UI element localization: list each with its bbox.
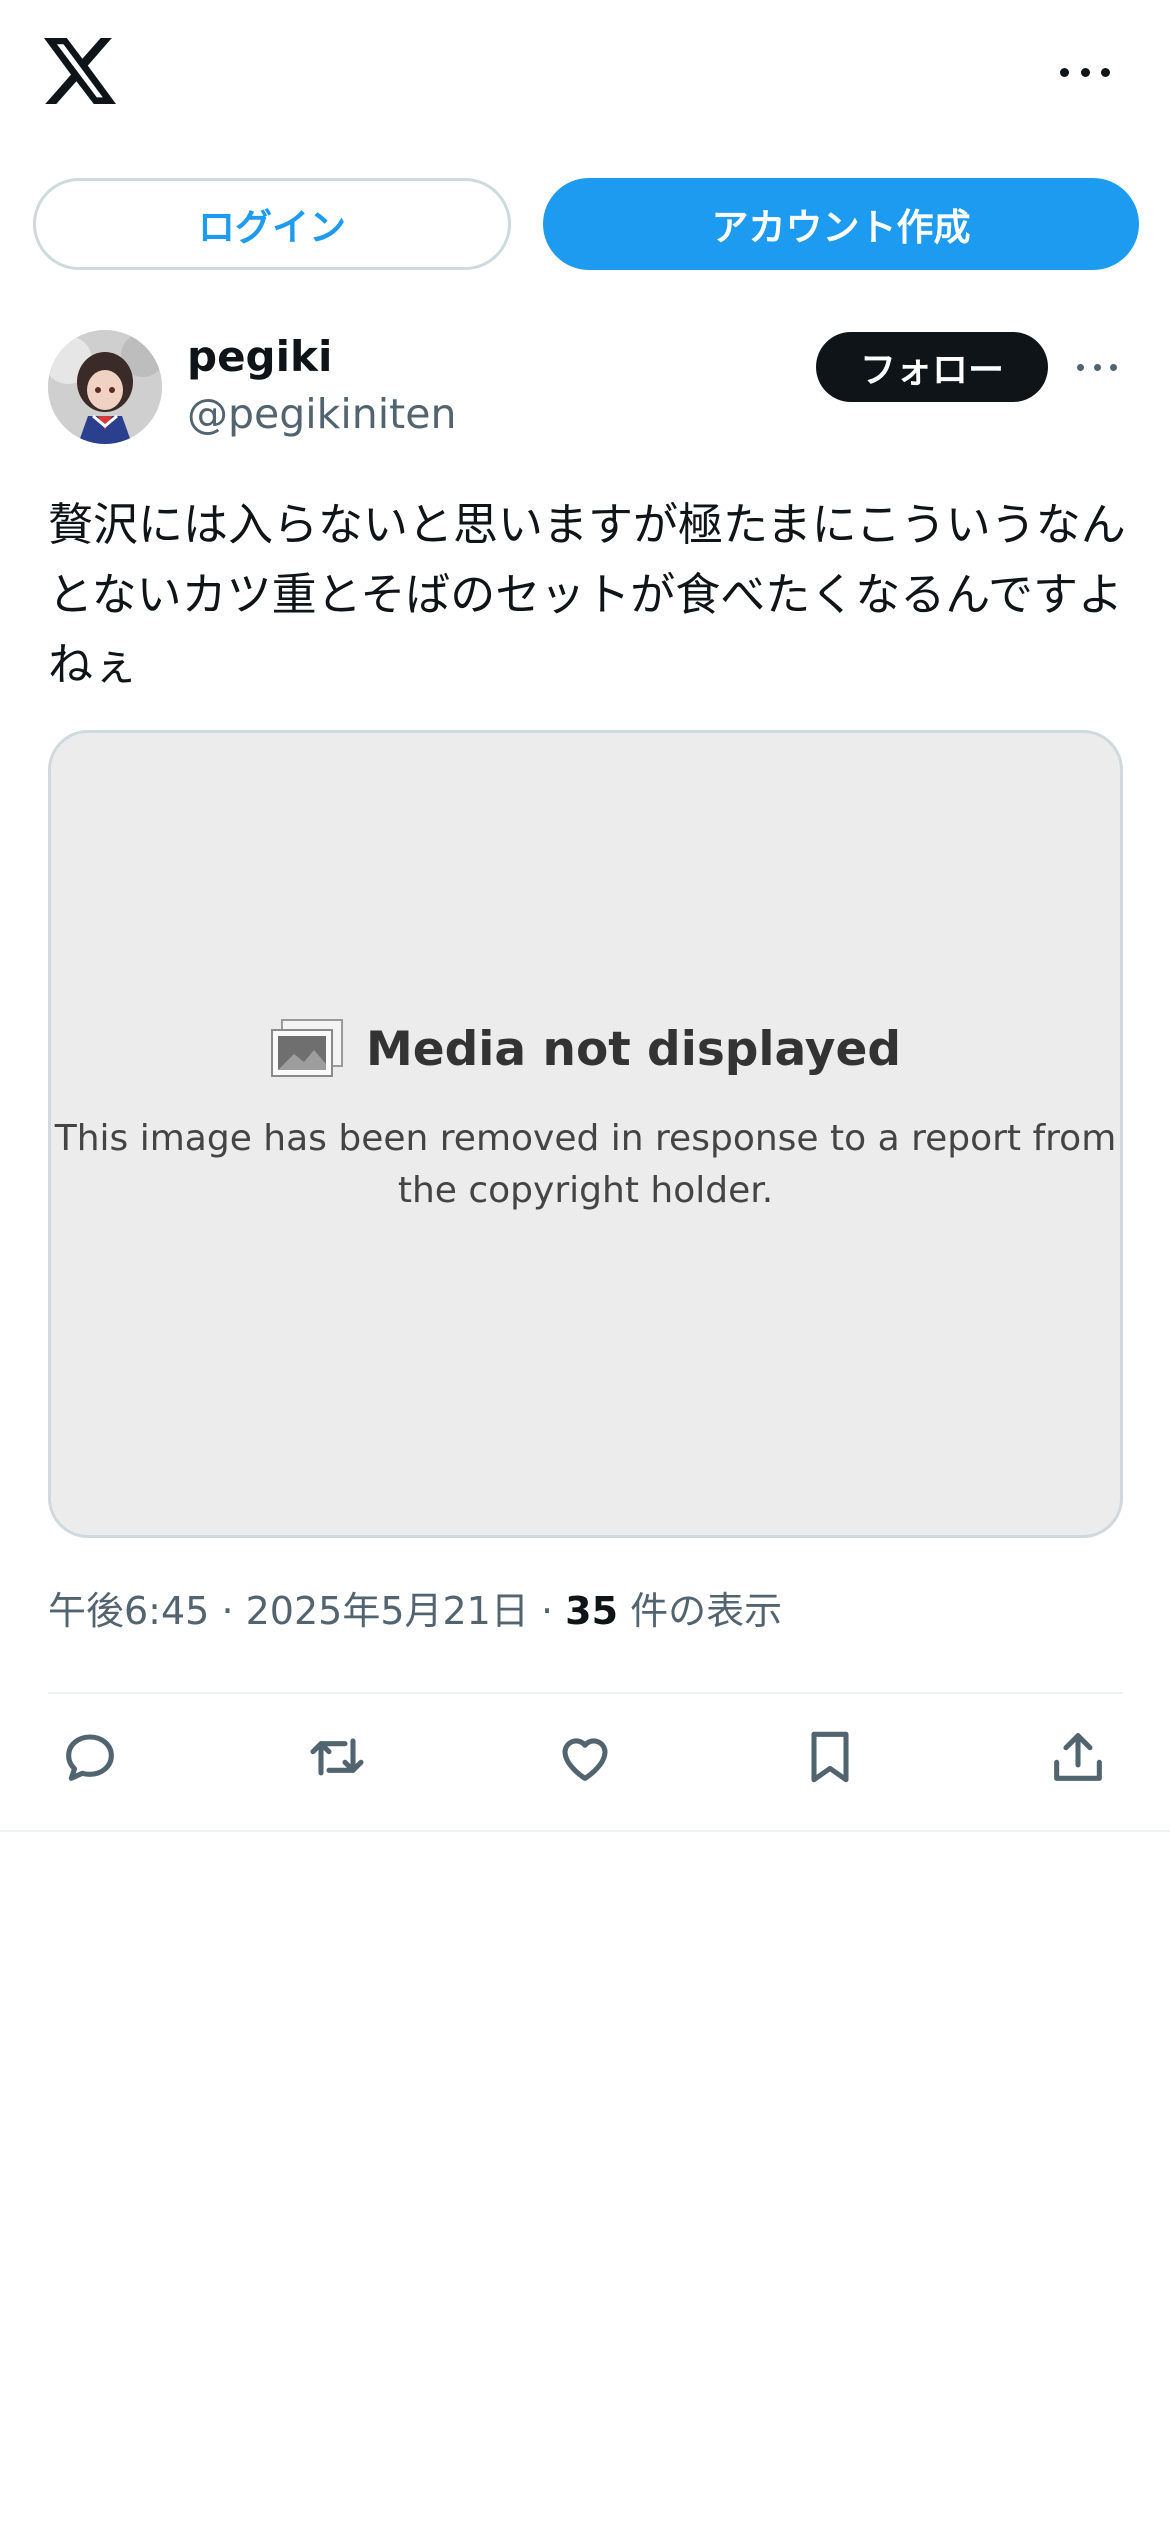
bookmark-icon[interactable] — [798, 1725, 862, 1789]
tweet-meta: 午後6:45 · 2025年5月21日 · 35 件の表示 — [48, 1580, 782, 1635]
login-button[interactable]: ログイン — [33, 178, 511, 270]
media-placeholder[interactable]: Media not displayed This image has been … — [48, 730, 1123, 1538]
view-count: 35 — [565, 1589, 619, 1633]
divider — [48, 1692, 1123, 1694]
meta-separator: · — [540, 1589, 554, 1633]
media-title: Media not displayed — [366, 1021, 901, 1077]
share-icon[interactable] — [1046, 1725, 1110, 1789]
reply-icon[interactable] — [58, 1725, 122, 1789]
tweet-time[interactable]: 午後6:45 — [48, 1589, 209, 1633]
author-display-name[interactable]: pegiki — [187, 332, 332, 381]
divider — [0, 1830, 1170, 1832]
tweet-header: pegiki @pegikiniten フォロー — [0, 330, 1170, 450]
retweet-icon[interactable] — [305, 1725, 369, 1789]
meta-separator: · — [221, 1589, 234, 1633]
image-icon — [271, 1019, 343, 1077]
tweet-actions — [0, 1725, 1170, 1795]
more-horizontal-icon[interactable] — [1060, 62, 1110, 82]
view-label: 件の表示 — [630, 1589, 783, 1633]
signup-button[interactable]: アカウント作成 — [543, 178, 1139, 270]
media-description: This image has been removed in response … — [54, 1118, 1117, 1211]
tweet-more-icon[interactable] — [1077, 360, 1117, 374]
media-title-row: Media not displayed — [51, 1018, 1120, 1080]
author-handle[interactable]: @pegikiniten — [187, 390, 456, 438]
avatar-icon — [48, 330, 162, 444]
tweet-date[interactable]: 2025年5月21日 — [246, 1589, 529, 1633]
tweet-text: 贅沢には入らないと思いますが極たまにこういうなんとないカツ重とそばのセットが食べ… — [48, 498, 1126, 691]
x-logo-icon[interactable] — [44, 38, 116, 104]
like-icon[interactable] — [553, 1725, 617, 1789]
top-bar — [0, 0, 1170, 150]
auth-buttons: ログイン アカウント作成 — [0, 178, 1170, 270]
follow-button[interactable]: フォロー — [816, 332, 1048, 402]
avatar[interactable] — [48, 330, 162, 444]
